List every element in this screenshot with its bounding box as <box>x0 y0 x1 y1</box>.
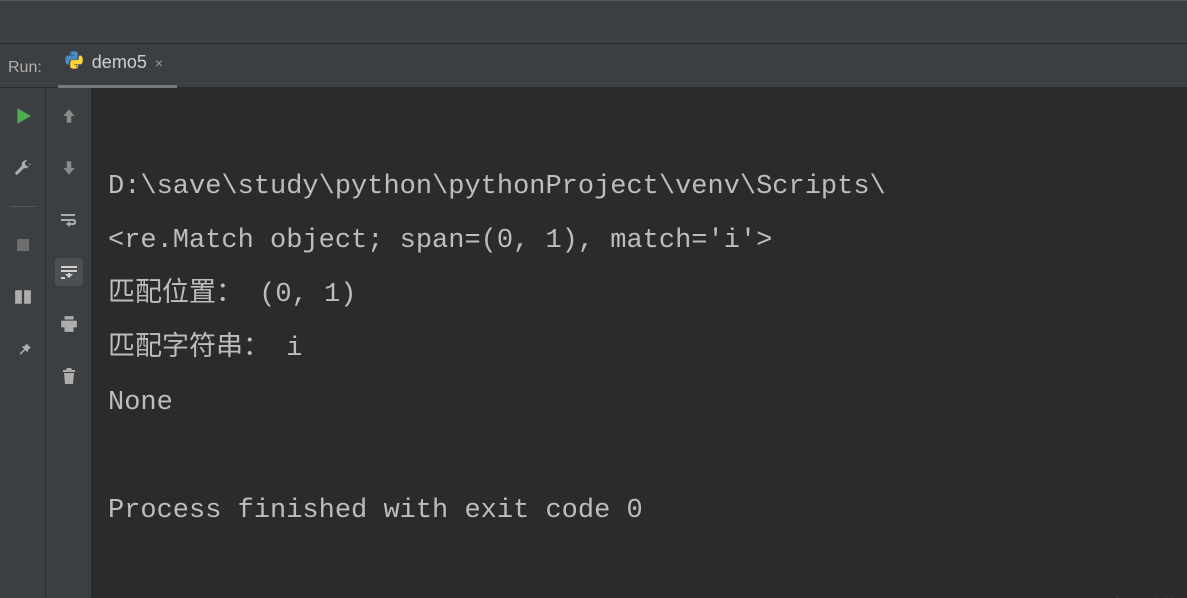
gutter-toolbars <box>0 88 92 598</box>
divider <box>11 206 35 207</box>
console-line: None <box>108 388 173 418</box>
stop-button[interactable] <box>9 231 37 259</box>
toolbar-right <box>46 88 92 598</box>
arrow-down-icon[interactable] <box>55 154 83 182</box>
scroll-to-end-icon[interactable] <box>55 258 83 286</box>
console-line: D:\save\study\python\pythonProject\venv\… <box>108 172 886 202</box>
run-label: Run: <box>6 59 58 87</box>
console-line: 匹配位置： (0, 1) <box>108 280 356 310</box>
pin-icon[interactable] <box>9 335 37 363</box>
tab-demo5[interactable]: demo5 × <box>58 42 177 88</box>
soft-wrap-icon[interactable] <box>55 206 83 234</box>
top-spacer <box>0 0 1187 44</box>
layout-icon[interactable] <box>9 283 37 311</box>
console-output[interactable]: D:\save\study\python\pythonProject\venv\… <box>92 88 1187 598</box>
close-icon[interactable]: × <box>155 55 163 71</box>
toolbar-left <box>0 88 46 598</box>
print-icon[interactable] <box>55 310 83 338</box>
watermark: CSDN @红目香薰 <box>1047 580 1177 598</box>
trash-icon[interactable] <box>55 362 83 390</box>
run-panel-header: Run: demo5 × <box>0 44 1187 88</box>
console-line: 匹配字符串： i <box>108 334 302 364</box>
console-line: <re.Match object; span=(0, 1), match='i'… <box>108 226 772 256</box>
wrench-icon[interactable] <box>9 154 37 182</box>
python-icon <box>64 50 84 75</box>
tab-label: demo5 <box>92 52 147 73</box>
main-area: D:\save\study\python\pythonProject\venv\… <box>0 88 1187 598</box>
run-button[interactable] <box>9 102 37 130</box>
arrow-up-icon[interactable] <box>55 102 83 130</box>
console-line: Process finished with exit code 0 <box>108 496 643 526</box>
